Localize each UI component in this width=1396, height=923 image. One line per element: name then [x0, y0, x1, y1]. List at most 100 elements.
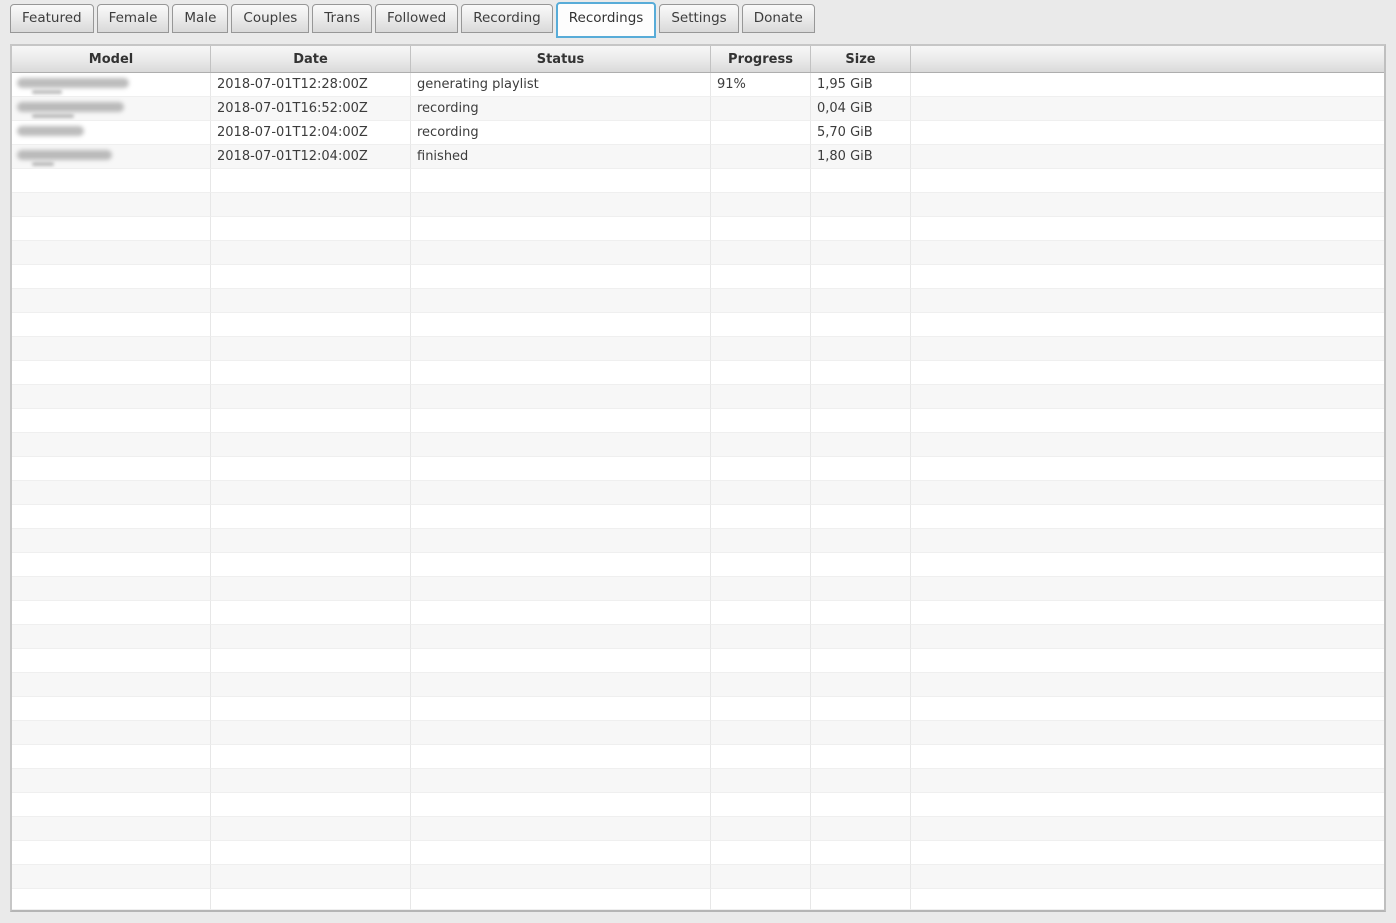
- table-row-empty[interactable]: [12, 817, 1384, 841]
- cell-model: [12, 409, 211, 433]
- cell-date: 2018-07-01T12:04:00Z: [211, 121, 411, 145]
- redacted-model-name-fragment: [32, 162, 54, 166]
- redacted-model-name: [17, 150, 112, 160]
- cell-size: [811, 529, 911, 553]
- table-row-empty[interactable]: [12, 601, 1384, 625]
- table-row-empty[interactable]: [12, 169, 1384, 193]
- cell-size: [811, 697, 911, 721]
- column-header-progress[interactable]: Progress: [711, 46, 811, 72]
- table-row-empty[interactable]: [12, 697, 1384, 721]
- tab-donate[interactable]: Donate: [741, 4, 815, 33]
- cell-size: [811, 217, 911, 241]
- cell-size: [811, 289, 911, 313]
- tab-trans[interactable]: Trans: [312, 4, 372, 33]
- column-header-filler[interactable]: [911, 46, 1384, 72]
- table-row-empty[interactable]: [12, 409, 1384, 433]
- tab-featured[interactable]: Featured: [10, 4, 94, 33]
- table-row-empty[interactable]: [12, 625, 1384, 649]
- cell-status: [411, 865, 711, 889]
- column-header-status[interactable]: Status: [411, 46, 711, 72]
- table-row-empty[interactable]: [12, 745, 1384, 769]
- table-row-empty[interactable]: [12, 289, 1384, 313]
- cell-filler: [911, 241, 1384, 265]
- table-row-empty[interactable]: [12, 769, 1384, 793]
- table-row-empty[interactable]: [12, 217, 1384, 241]
- cell-progress: [711, 337, 811, 361]
- cell-progress: [711, 505, 811, 529]
- cell-size: [811, 313, 911, 337]
- cell-status: [411, 481, 711, 505]
- cell-status: [411, 385, 711, 409]
- cell-filler: [911, 457, 1384, 481]
- table-row-empty[interactable]: [12, 433, 1384, 457]
- cell-progress: [711, 169, 811, 193]
- table-row[interactable]: 2018-07-01T12:28:00Z generating playlist…: [12, 73, 1384, 97]
- column-header-date[interactable]: Date: [211, 46, 411, 72]
- table-row-empty[interactable]: [12, 241, 1384, 265]
- table-row-empty[interactable]: [12, 577, 1384, 601]
- table-row-empty[interactable]: [12, 649, 1384, 673]
- cell-model: [12, 745, 211, 769]
- cell-date: [211, 553, 411, 577]
- cell-progress: [711, 409, 811, 433]
- column-header-model[interactable]: Model: [12, 46, 211, 72]
- cell-status: [411, 817, 711, 841]
- cell-date: [211, 241, 411, 265]
- table-row-empty[interactable]: [12, 721, 1384, 745]
- table-row-empty[interactable]: [12, 481, 1384, 505]
- cell-progress: [711, 889, 811, 910]
- cell-date: [211, 841, 411, 865]
- cell-date: [211, 457, 411, 481]
- cell-status: [411, 601, 711, 625]
- tab-recordings[interactable]: Recordings: [555, 2, 657, 38]
- cell-filler: [911, 889, 1384, 910]
- cell-date: [211, 409, 411, 433]
- cell-progress: [711, 265, 811, 289]
- table-row[interactable]: 2018-07-01T16:52:00Z recording 0,04 GiB: [12, 97, 1384, 121]
- cell-model: [12, 625, 211, 649]
- cell-progress: [711, 865, 811, 889]
- cell-date: [211, 361, 411, 385]
- cell-date: 2018-07-01T12:28:00Z: [211, 73, 411, 97]
- table-row-empty[interactable]: [12, 193, 1384, 217]
- cell-filler: [911, 481, 1384, 505]
- table-row-empty[interactable]: [12, 529, 1384, 553]
- tab-recording[interactable]: Recording: [461, 4, 553, 33]
- table-row-empty[interactable]: [12, 457, 1384, 481]
- cell-progress: [711, 793, 811, 817]
- table-row-empty[interactable]: [12, 385, 1384, 409]
- table-row-empty[interactable]: [12, 361, 1384, 385]
- cell-progress: [711, 481, 811, 505]
- cell-status: [411, 289, 711, 313]
- table-row-empty[interactable]: [12, 505, 1384, 529]
- column-header-size[interactable]: Size: [811, 46, 911, 72]
- tab-settings[interactable]: Settings: [659, 4, 739, 33]
- table-row-empty[interactable]: [12, 865, 1384, 889]
- table-row-empty[interactable]: [12, 889, 1384, 910]
- cell-date: [211, 169, 411, 193]
- table-row-empty[interactable]: [12, 673, 1384, 697]
- cell-date: [211, 529, 411, 553]
- cell-progress: [711, 601, 811, 625]
- tab-female[interactable]: Female: [96, 4, 170, 33]
- cell-status: [411, 577, 711, 601]
- table-row-empty[interactable]: [12, 265, 1384, 289]
- table-row-empty[interactable]: [12, 313, 1384, 337]
- cell-status: [411, 553, 711, 577]
- table-row-empty[interactable]: [12, 841, 1384, 865]
- cell-status: [411, 721, 711, 745]
- table-row-empty[interactable]: [12, 337, 1384, 361]
- table-row[interactable]: 2018-07-01T12:04:00Z finished 1,80 GiB: [12, 145, 1384, 169]
- redacted-model-name: [17, 78, 129, 88]
- cell-size: [811, 745, 911, 769]
- cell-filler: [911, 169, 1384, 193]
- tab-couples[interactable]: Couples: [231, 4, 310, 33]
- table-row[interactable]: 2018-07-01T12:04:00Z recording 5,70 GiB: [12, 121, 1384, 145]
- table-row-empty[interactable]: [12, 553, 1384, 577]
- table-row-empty[interactable]: [12, 793, 1384, 817]
- cell-size: [811, 169, 911, 193]
- tab-followed[interactable]: Followed: [374, 4, 459, 33]
- tab-male[interactable]: Male: [172, 4, 229, 33]
- cell-filler: [911, 337, 1384, 361]
- cell-status: recording: [411, 97, 711, 121]
